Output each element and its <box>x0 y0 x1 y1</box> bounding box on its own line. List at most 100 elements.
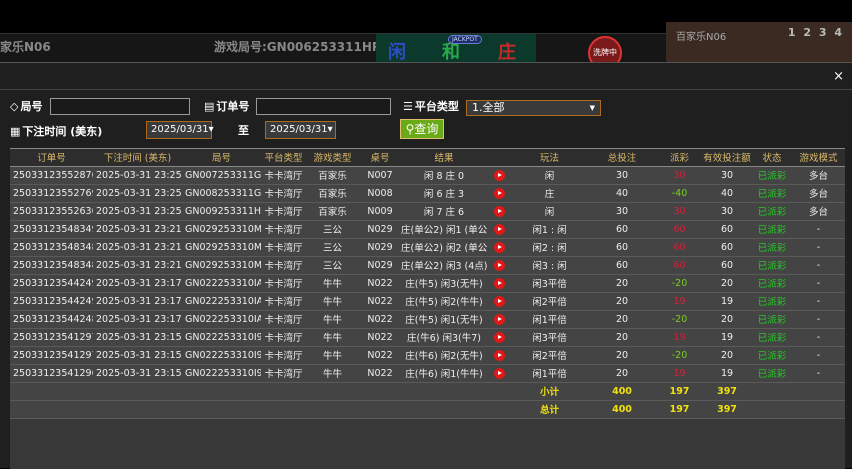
table-cell: 2025-03-31 23:17:42 <box>93 310 182 329</box>
table-cell: 197 <box>657 400 702 419</box>
table-cell: 多台 <box>792 202 845 221</box>
chevron-down-icon: ▼ <box>589 104 595 112</box>
table-cell: N029 <box>359 220 401 239</box>
table-cell: 250331235442489 <box>10 310 93 329</box>
table-cell: 20 <box>587 310 657 329</box>
date-to-picker[interactable]: 2025/03/31▾ <box>265 121 336 139</box>
table-cell: - <box>792 292 845 311</box>
table-cell: 20 <box>702 274 752 293</box>
replay-cell <box>487 166 512 185</box>
table-cell: - <box>792 328 845 347</box>
table-cell: 250331235412972 <box>10 328 93 347</box>
replay-cell <box>487 238 512 257</box>
query-button[interactable]: ⚲查询 <box>400 119 444 139</box>
table-cell: 250331235483490 <box>10 220 93 239</box>
table-cell: 250331235442490 <box>10 292 93 311</box>
table-cell: GN022253310IA <box>182 310 261 329</box>
table-cell: N009 <box>359 202 401 221</box>
table-row: 2503312354834882025-03-31 23:21:41GN0292… <box>10 256 845 275</box>
order-input[interactable] <box>256 98 391 115</box>
play-video-icon[interactable] <box>494 367 505 379</box>
table-cell: 闲 <box>512 202 587 221</box>
table-cell <box>487 400 512 419</box>
table-row: 2503312355287612025-03-31 23:25:45GN0072… <box>10 166 845 185</box>
play-video-icon[interactable] <box>494 259 505 271</box>
play-video-icon[interactable] <box>494 349 505 361</box>
play-video-icon[interactable] <box>494 331 505 343</box>
subtotal-row: 小计 400 197 397 <box>10 382 845 401</box>
bet-history-table: 订单号 下注时间 (美东) 局号 平台类型 游戏类型 桌号 结果 玩法 总投注 派彩 有效投注额 状态… <box>10 148 845 469</box>
table-cell: 250331235526363 <box>10 202 93 221</box>
play-video-icon[interactable] <box>494 169 505 181</box>
table-cell: 百家乐 <box>306 202 359 221</box>
table-cell <box>359 400 401 419</box>
play-video-icon[interactable] <box>494 223 505 235</box>
table-cell: N008 <box>359 184 401 203</box>
table-cell: 闲 6 庄 3 <box>401 184 487 203</box>
table-cell: N007 <box>359 166 401 185</box>
table-cell: 60 <box>657 238 702 257</box>
table-cell: -20 <box>657 274 702 293</box>
play-video-icon[interactable] <box>494 241 505 253</box>
table-cell: 250331235442491 <box>10 274 93 293</box>
replay-cell <box>487 328 512 347</box>
label: 订单号 <box>216 100 250 113</box>
table-cell: 40 <box>702 184 752 203</box>
play-video-icon[interactable] <box>494 313 505 325</box>
table-row: 2503312355263632025-03-31 23:25:32GN0092… <box>10 202 845 221</box>
table-cell: 闲 7 庄 6 <box>401 202 487 221</box>
table-cell: 闲2平倍 <box>512 292 587 311</box>
background-game-view: 家乐N06 游戏局号:GN006253311HP 闲 和 庄 JACKPOT 洗… <box>0 22 852 70</box>
table-cell: 60 <box>657 256 702 275</box>
table-cell: 卡卡湾厅 <box>261 310 306 329</box>
table-cell: 小计 <box>512 382 587 401</box>
play-video-icon[interactable] <box>494 277 505 289</box>
platform-select[interactable]: 1.全部 ▼ <box>466 100 601 116</box>
table-cell: 闲3平倍 <box>512 274 587 293</box>
table-cell: N022 <box>359 310 401 329</box>
round-input[interactable] <box>50 98 190 115</box>
query-label: 查询 <box>414 122 439 136</box>
table-cell: 闲3平倍 <box>512 328 587 347</box>
play-video-icon[interactable] <box>494 205 505 217</box>
table-cell: 已派彩 <box>752 202 792 221</box>
to-label: 至 <box>238 124 249 137</box>
table-cell: 2025-03-31 23:21:41 <box>93 238 182 257</box>
date-value: 2025/03/31 <box>151 124 209 135</box>
table-cell: GN022253310I9 <box>182 328 261 347</box>
table-cell: GN008253311GL <box>182 184 261 203</box>
table-cell: - <box>792 256 845 275</box>
table-cell: 总计 <box>512 400 587 419</box>
table-cell: 2025-03-31 23:21:41 <box>93 256 182 275</box>
table-cell: 闲 <box>512 166 587 185</box>
table-cell: 397 <box>702 400 752 419</box>
date-from-picker[interactable]: 2025/03/31▾ <box>146 121 214 139</box>
replay-cell <box>487 346 512 365</box>
column-header: 状态 <box>752 149 792 167</box>
replay-cell <box>487 184 512 203</box>
table-cell: 60 <box>587 238 657 257</box>
label: 下注时间 (美东) <box>22 125 103 138</box>
table-cell: 卡卡湾厅 <box>261 202 306 221</box>
table-cell: 卡卡湾厅 <box>261 184 306 203</box>
order-filter-label: ▤ 订单号 <box>204 98 249 114</box>
table-cell: 2025-03-31 23:25:32 <box>93 202 182 221</box>
live-video: 百家乐N06 1 2 3 4 <box>666 22 852 64</box>
table-cell: 庄(牛5) 闲1(无牛) <box>401 310 487 329</box>
table-cell: 250331235412969 <box>10 364 93 383</box>
date-value: 2025/03/31 <box>270 124 328 135</box>
table-cell: 闲2平倍 <box>512 346 587 365</box>
table-row: 2503312354129692025-03-31 23:15:07GN0222… <box>10 364 845 383</box>
play-video-icon[interactable] <box>494 295 505 307</box>
table-cell: 闲 8 庄 0 <box>401 166 487 185</box>
close-icon[interactable]: × <box>833 69 844 84</box>
table-cell: 2025-03-31 23:17:42 <box>93 274 182 293</box>
table-cell: 40 <box>587 184 657 203</box>
table-cell <box>10 382 93 401</box>
table-cell: 已派彩 <box>752 238 792 257</box>
table-cell: 400 <box>587 382 657 401</box>
table-cell <box>93 382 182 401</box>
table-cell: 60 <box>657 220 702 239</box>
table-cell: 60 <box>702 238 752 257</box>
play-video-icon[interactable] <box>494 187 505 199</box>
